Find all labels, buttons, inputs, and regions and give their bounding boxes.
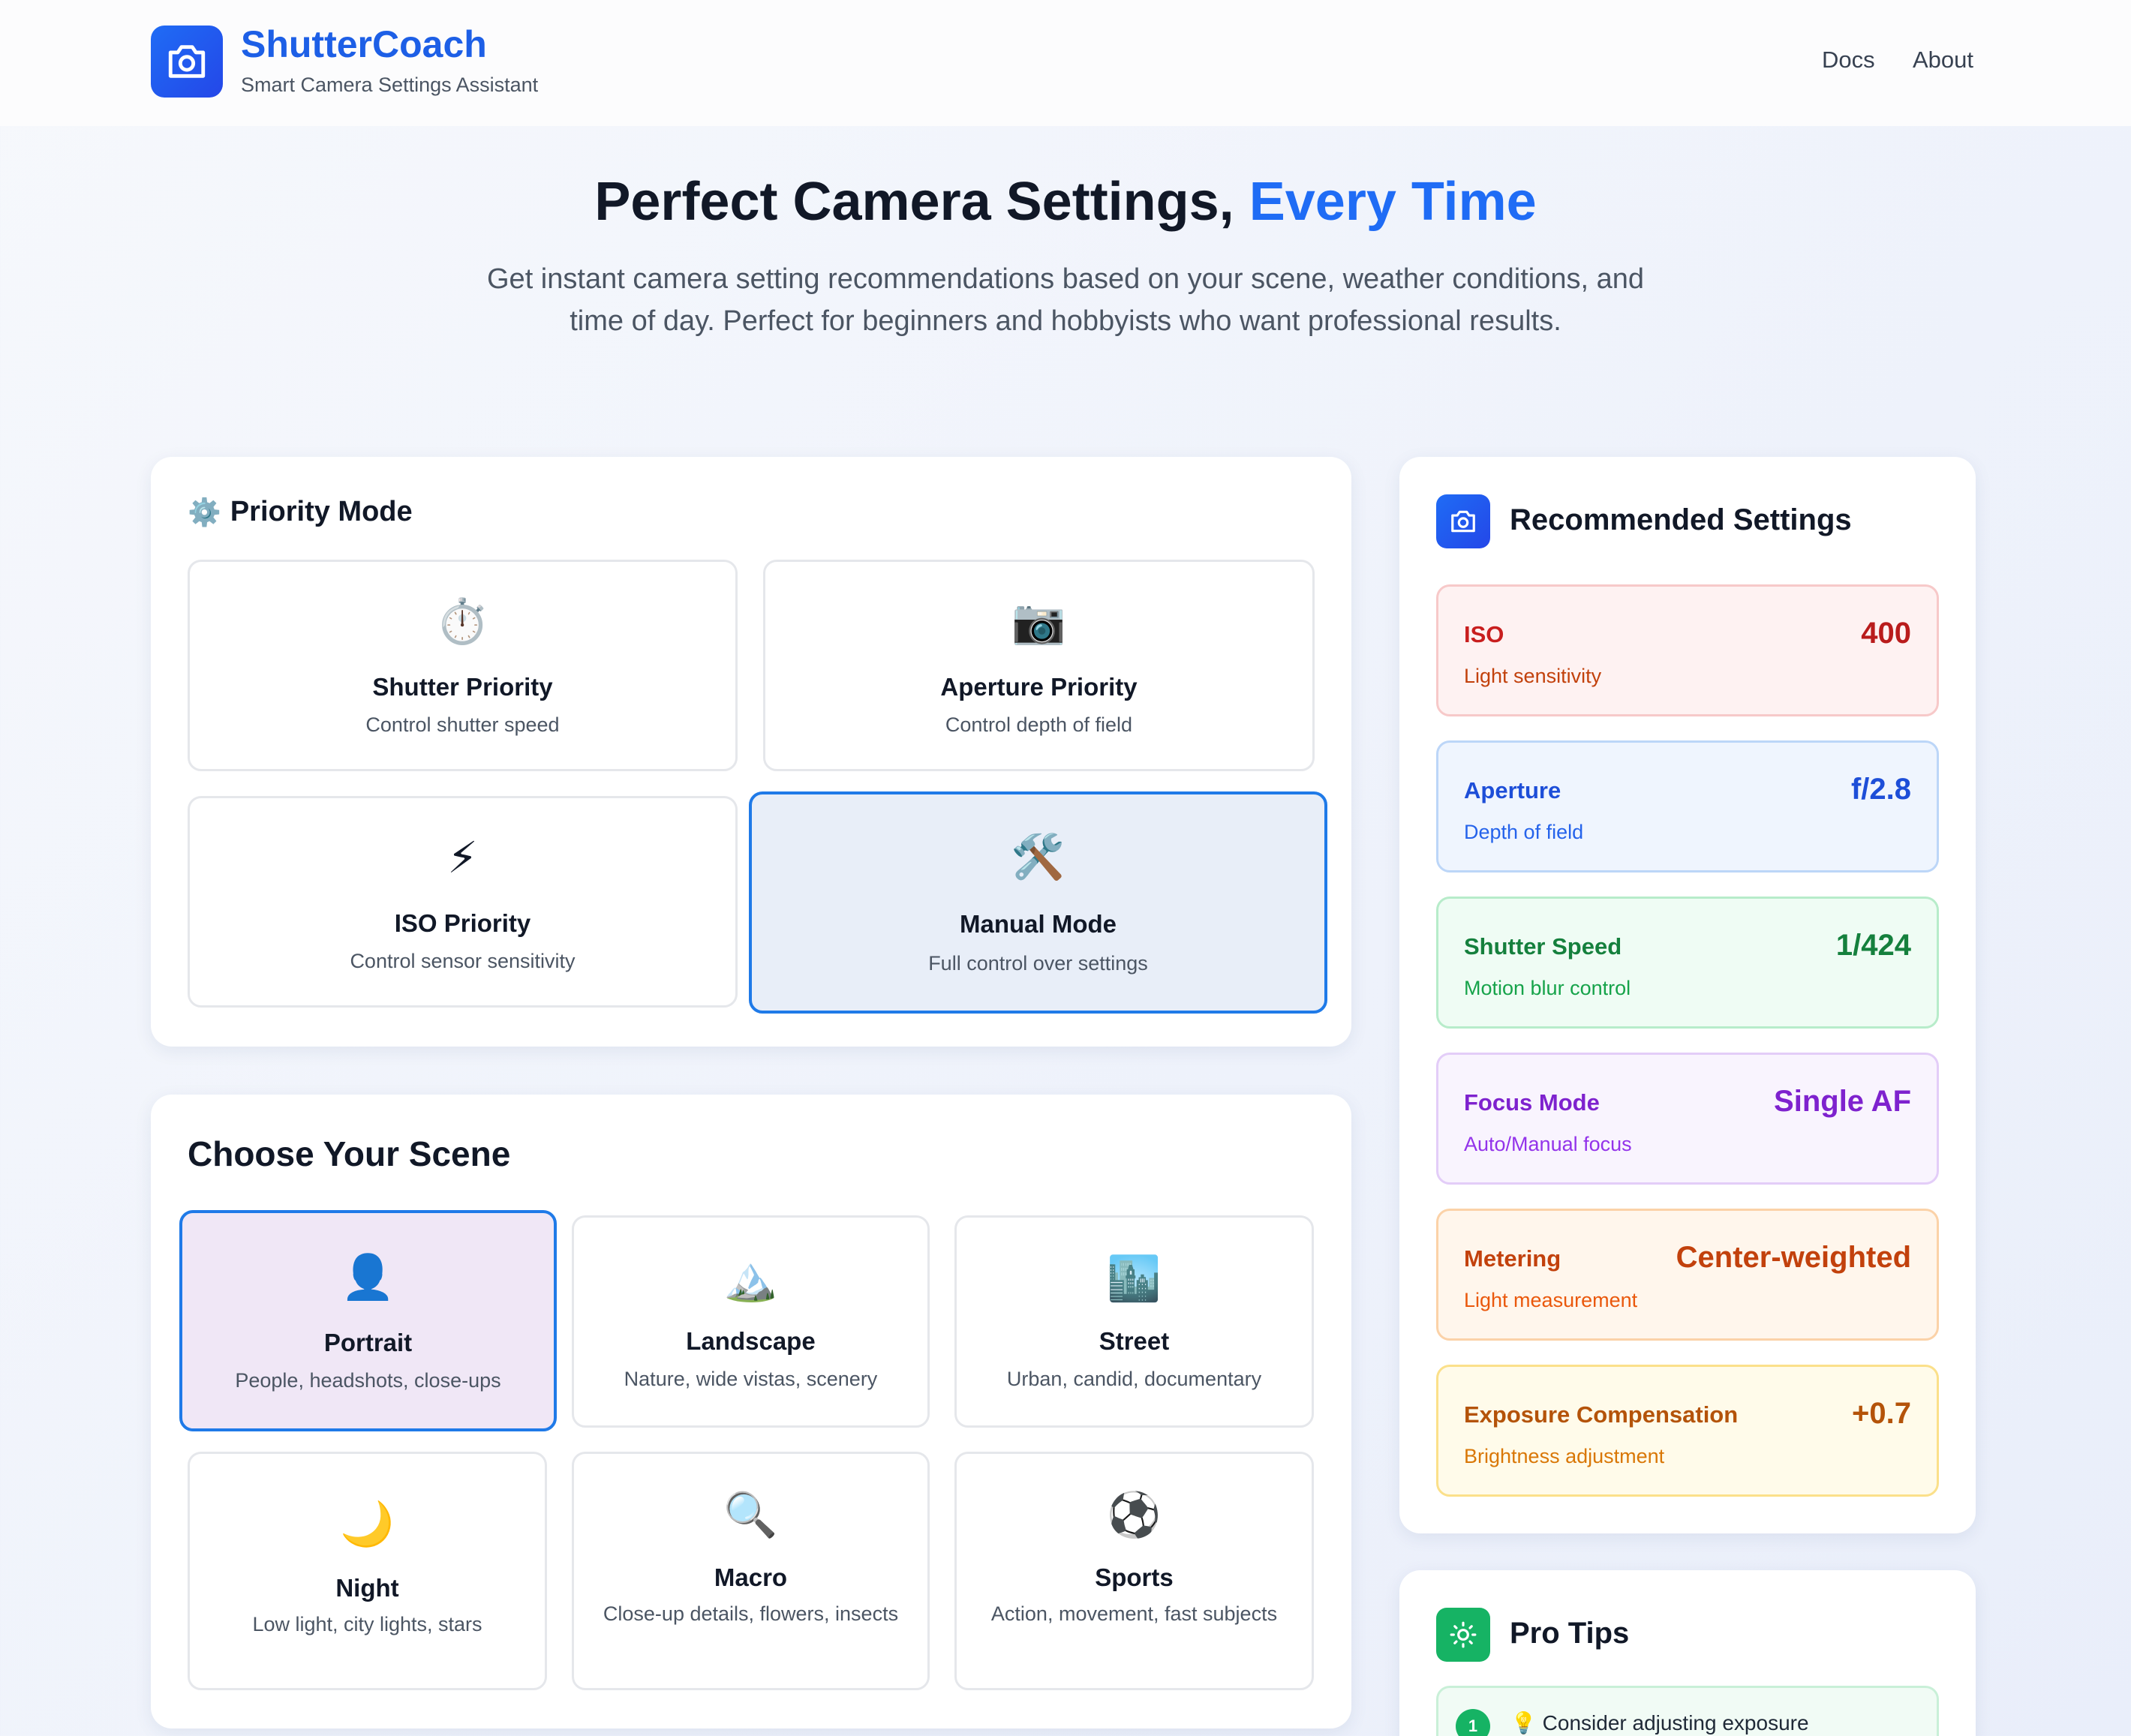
camera-icon: 📷 [1011, 597, 1066, 646]
magnifier-icon: 🔍 [723, 1491, 778, 1539]
hero-subtitle: Get instant camera setting recommendatio… [487, 263, 1644, 337]
setting-value: Single AF [1774, 1085, 1911, 1118]
scene-subtitle: Urban, candid, documentary [1006, 1368, 1262, 1390]
setting-desc: Motion blur control [1464, 977, 1631, 999]
setting-desc: Brightness adjustment [1464, 1445, 1665, 1467]
tip-text: Consider adjusting exposure [1542, 1711, 1809, 1734]
setting-shutter-speed: Shutter Speed 1/424 Motion blur control [1436, 897, 1939, 1029]
mode-aperture-priority[interactable]: 📷 Aperture Priority Control depth of fie… [763, 560, 1315, 771]
setting-value: f/2.8 [1850, 773, 1911, 806]
hero-title: Perfect Camera Settings, Every Time [0, 171, 2131, 233]
pro-tips-card: Pro Tips 1 💡 Consider adjusting exposure [1399, 1570, 1976, 1736]
setting-label: Shutter Speed [1464, 933, 1622, 960]
nav-about-link[interactable]: About [1913, 47, 1973, 74]
camera-icon [1436, 494, 1490, 548]
lightbulb-icon: 💡 [1510, 1711, 1537, 1734]
scene-card: Choose Your Scene 👤 Portrait People, hea… [151, 1095, 1351, 1728]
scene-subtitle: Nature, wide vistas, scenery [624, 1368, 878, 1390]
scene-landscape[interactable]: 🏔️ Landscape Nature, wide vistas, scener… [572, 1215, 930, 1428]
tip-text-row: 💡 Consider adjusting exposure [1510, 1710, 1809, 1735]
lightning-icon: ⚡ [447, 833, 478, 882]
scene-subtitle: Action, movement, fast subjects [990, 1602, 1278, 1625]
mode-subtitle: Control depth of field [945, 713, 1133, 736]
moon-icon: 🌙 [340, 1500, 395, 1548]
mode-shutter-priority[interactable]: ⏱️ Shutter Priority Control shutter spee… [188, 560, 738, 771]
setting-aperture: Aperture f/2.8 Depth of field [1436, 740, 1939, 873]
scene-title-label: Sports [1095, 1563, 1174, 1591]
scene-portrait[interactable]: 👤 Portrait People, headshots, close-ups [179, 1210, 557, 1431]
setting-value: 1/424 [1835, 929, 1911, 962]
scene-title: Choose Your Scene [188, 1134, 511, 1173]
city-icon: 🏙️ [1107, 1254, 1162, 1303]
person-icon: 👤 [341, 1253, 395, 1302]
setting-exposure-compensation: Exposure Compensation +0.7 Brightness ad… [1436, 1365, 1939, 1497]
setting-desc: Light measurement [1464, 1289, 1638, 1311]
mode-subtitle: Control shutter speed [365, 713, 560, 736]
scene-title-label: Street [1099, 1327, 1170, 1355]
scene-street[interactable]: 🏙️ Street Urban, candid, documentary [954, 1215, 1314, 1428]
scene-title-label: Night [335, 1574, 399, 1602]
scene-sports[interactable]: ⚽ Sports Action, movement, fast subjects [954, 1452, 1314, 1690]
recommended-settings-card: Recommended Settings ISO 400 Light sensi… [1399, 457, 1976, 1533]
priority-mode-card: ⚙️ Priority Mode ⏱️ Shutter Priority Con… [151, 457, 1351, 1047]
soccer-ball-icon: ⚽ [1107, 1491, 1162, 1539]
setting-desc: Auto/Manual focus [1464, 1133, 1632, 1155]
setting-desc: Light sensitivity [1464, 665, 1602, 687]
scene-night[interactable]: 🌙 Night Low light, city lights, stars [188, 1452, 547, 1690]
scene-title-label: Macro [714, 1563, 788, 1591]
setting-label: Aperture [1464, 777, 1561, 803]
nav-docs-link[interactable]: Docs [1822, 47, 1875, 74]
mode-iso-priority[interactable]: ⚡ ISO Priority Control sensor sensitivit… [188, 796, 738, 1008]
mode-subtitle: Full control over settings [928, 952, 1148, 975]
setting-label: Metering [1464, 1245, 1561, 1272]
tools-icon: 🛠️ [1011, 833, 1066, 882]
setting-value: Center-weighted [1676, 1241, 1911, 1274]
mode-title: ISO Priority [394, 909, 531, 937]
setting-value: +0.7 [1852, 1397, 1911, 1430]
mode-title: Shutter Priority [372, 673, 553, 701]
tip-item: 1 💡 Consider adjusting exposure [1436, 1686, 1939, 1736]
mode-subtitle: Control sensor sensitivity [350, 950, 576, 972]
scene-subtitle: People, headshots, close-ups [235, 1369, 501, 1392]
setting-label: Focus Mode [1464, 1089, 1600, 1116]
setting-value: 400 [1861, 617, 1911, 650]
scene-macro[interactable]: 🔍 Macro Close-up details, flowers, insec… [572, 1452, 930, 1690]
brand-name[interactable]: ShutterCoach [241, 23, 487, 66]
setting-metering: Metering Center-weighted Light measureme… [1436, 1209, 1939, 1341]
settings-title: Recommended Settings [1510, 503, 1852, 536]
setting-iso: ISO 400 Light sensitivity [1436, 584, 1939, 716]
stopwatch-icon: ⏱️ [435, 597, 490, 646]
mode-title: Aperture Priority [940, 673, 1138, 701]
setting-focus-mode: Focus Mode Single AF Auto/Manual focus [1436, 1053, 1939, 1185]
pro-tips-title: Pro Tips [1510, 1617, 1630, 1650]
setting-label: Exposure Compensation [1464, 1401, 1739, 1428]
scene-subtitle: Close-up details, flowers, insects [603, 1602, 899, 1625]
hero-title-main: Perfect Camera Settings, [594, 172, 1249, 232]
scene-title-label: Landscape [686, 1327, 816, 1355]
tip-number-badge: 1 [1456, 1709, 1490, 1736]
priority-mode-heading: Priority Mode [230, 496, 413, 527]
mode-title: Manual Mode [959, 910, 1117, 938]
scene-title-label: Portrait [323, 1329, 413, 1356]
brand-tagline: Smart Camera Settings Assistant [241, 74, 539, 96]
setting-label: ISO [1464, 621, 1504, 647]
camera-logo-icon[interactable] [151, 26, 223, 98]
app-header: ShutterCoach Smart Camera Settings Assis… [0, 0, 2131, 126]
mountain-icon: 🏔️ [723, 1254, 778, 1303]
scene-subtitle: Low light, city lights, stars [252, 1613, 482, 1635]
mode-manual[interactable]: 🛠️ Manual Mode Full control over setting… [749, 791, 1327, 1014]
hero-title-accent: Every Time [1249, 172, 1537, 232]
sun-icon [1436, 1608, 1490, 1662]
priority-mode-title: ⚙️ Priority Mode [188, 496, 413, 528]
setting-desc: Depth of field [1464, 821, 1584, 843]
gear-icon: ⚙️ [188, 496, 221, 527]
